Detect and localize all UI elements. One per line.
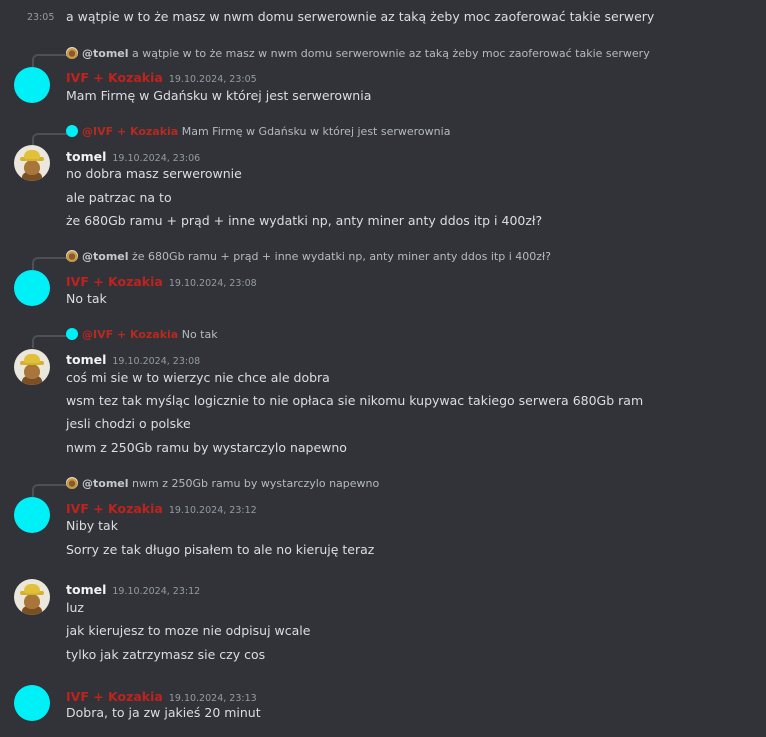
author-name[interactable]: tomel: [66, 149, 106, 164]
reply-author[interactable]: @tomel: [82, 477, 129, 490]
message-text: Sorry ze tak długo pisałem to ale no kie…: [66, 542, 375, 557]
avatar[interactable]: [14, 685, 50, 721]
author-name[interactable]: tomel: [66, 582, 106, 597]
message-text: luz: [66, 600, 84, 615]
avatar[interactable]: [14, 349, 50, 385]
author-name[interactable]: tomel: [66, 352, 106, 367]
reply-preview[interactable]: @tomel a wątpie w to że masz w nwm domu …: [66, 47, 650, 60]
message-text: coś mi sie w to wierzyc nie chce ale dob…: [66, 370, 330, 385]
message-timestamp: 19.10.2024, 23:12: [112, 586, 201, 597]
message-text: Mam Firmę w Gdańsku w której jest serwer…: [66, 88, 372, 103]
reply-text: że 680Gb ramu + prąd + inne wydatki np, …: [132, 250, 551, 263]
message-timestamp: 19.10.2024, 23:08: [168, 278, 257, 289]
author-name[interactable]: IVF + Kozakia: [66, 274, 163, 289]
author-name[interactable]: IVF + Kozakia: [66, 689, 163, 704]
reply-connector: [32, 133, 68, 146]
reply-avatar-icon: [66, 250, 78, 262]
message-timestamp: 19.10.2024, 23:05: [168, 74, 257, 85]
message-timestamp: 19.10.2024, 23:08: [112, 356, 201, 367]
message-header: IVF + Kozakia 19.10.2024, 23:13: [66, 686, 257, 705]
message-text: tylko jak zatrzymasz sie czy cos: [66, 647, 266, 662]
reply-avatar-icon: [66, 328, 78, 340]
message-text: wsm tez tak myśląc logicznie to nie opła…: [66, 393, 644, 408]
message-header: tomel 19.10.2024, 23:06: [66, 146, 200, 165]
avatar[interactable]: [14, 497, 50, 533]
message-text: No tak: [66, 291, 107, 306]
reply-preview[interactable]: @tomel że 680Gb ramu + prąd + inne wydat…: [66, 250, 551, 263]
reply-connector: [32, 257, 68, 270]
message-text: Niby tak: [66, 518, 118, 533]
message-timestamp: 19.10.2024, 23:12: [168, 505, 257, 516]
reply-connector: [32, 484, 68, 497]
message-header: tomel 19.10.2024, 23:08: [66, 349, 200, 368]
message-text: jak kierujesz to moze nie odpisuj wcale: [66, 623, 311, 638]
reply-connector: [32, 54, 68, 67]
message-text: a wątpie w to że masz w nwm domu serwero…: [66, 9, 655, 24]
message-timestamp: 19.10.2024, 23:13: [168, 693, 257, 704]
message-text: Dobra, to ja zw jakieś 20 minut: [66, 705, 261, 720]
author-name[interactable]: IVF + Kozakia: [66, 501, 163, 516]
reply-text: Mam Firmę w Gdańsku w której jest serwer…: [181, 125, 451, 138]
reply-author[interactable]: @IVF + Kozakia: [82, 125, 178, 138]
reply-author[interactable]: @tomel: [82, 47, 129, 60]
reply-avatar-icon: [66, 477, 78, 489]
avatar[interactable]: [14, 579, 50, 615]
message-timestamp: 23:05: [27, 12, 55, 23]
message-timestamp: 19.10.2024, 23:06: [112, 153, 201, 164]
reply-connector: [32, 335, 68, 348]
reply-text: a wątpie w to że masz w nwm domu serwero…: [132, 47, 650, 60]
author-name[interactable]: IVF + Kozakia: [66, 70, 163, 85]
reply-author[interactable]: @IVF + Kozakia: [82, 328, 178, 341]
message-header: tomel 19.10.2024, 23:12: [66, 579, 200, 598]
avatar[interactable]: [14, 67, 50, 103]
avatar[interactable]: [14, 145, 50, 181]
message-text: no dobra masz serwerownie: [66, 166, 242, 181]
reply-preview[interactable]: @IVF + Kozakia No tak: [66, 328, 218, 341]
reply-avatar-icon: [66, 47, 78, 59]
message-header: IVF + Kozakia 19.10.2024, 23:12: [66, 498, 257, 517]
reply-preview[interactable]: @IVF + Kozakia Mam Firmę w Gdańsku w któ…: [66, 125, 450, 138]
reply-author[interactable]: @tomel: [82, 250, 129, 263]
message-text: ale patrzac na to: [66, 190, 172, 205]
avatar[interactable]: [14, 270, 50, 306]
message-text: nwm z 250Gb ramu by wystarczylo napewno: [66, 440, 347, 455]
reply-text: No tak: [181, 328, 218, 341]
reply-preview[interactable]: @tomel nwm z 250Gb ramu by wystarczylo n…: [66, 477, 379, 490]
reply-avatar-icon: [66, 125, 78, 137]
reply-text: nwm z 250Gb ramu by wystarczylo napewno: [132, 477, 380, 490]
message-header: IVF + Kozakia 19.10.2024, 23:08: [66, 271, 257, 290]
message-text: jesli chodzi o polske: [66, 416, 191, 431]
message-text: że 680Gb ramu + prąd + inne wydatki np, …: [66, 213, 543, 228]
message-header: IVF + Kozakia 19.10.2024, 23:05: [66, 67, 257, 86]
